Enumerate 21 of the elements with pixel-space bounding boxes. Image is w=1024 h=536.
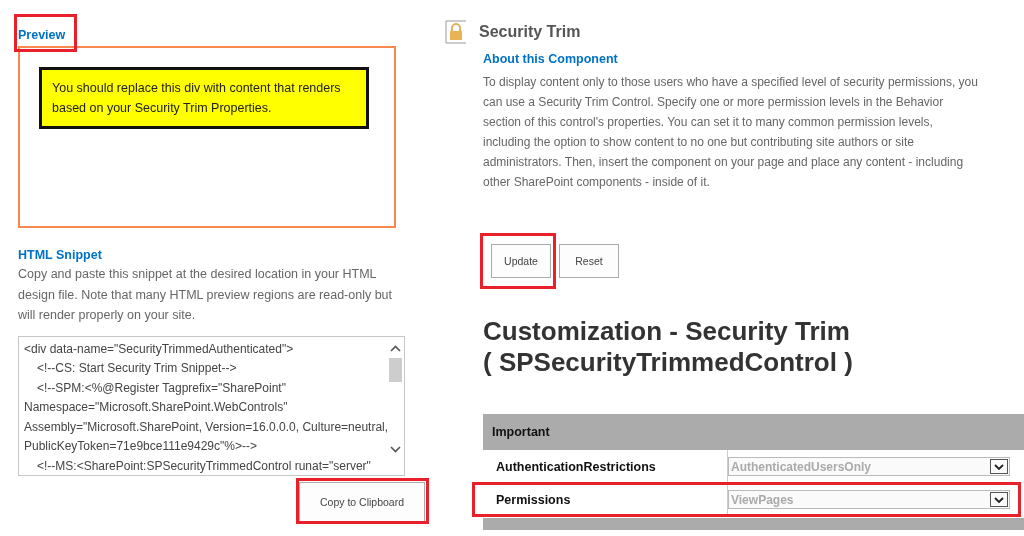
code-field[interactable]: <div data-name="SecurityTrimmedAuthenticated"> <!--CS: Start Security Trim Snippet--> <!--SPM:<%@Register Tagprefix="SharePoint" Namespace="Microsoft.SharePoint.WebControls" Assembly="Microsoft.SharePoint, Version=16.0.0.0, Culture=neutral, PublicKeyToken=71e9bce111e9429c"%>--> <!--MS:<SharePoint:SPSecurityTrimmedControl runat="server"	[18, 335, 405, 476]
dropdown-icon	[994, 463, 1004, 470]
copy-button[interactable]: Copy to Clipboard	[299, 481, 425, 522]
about-heading: About this Component	[483, 51, 619, 68]
scroll-thumb[interactable]	[389, 357, 402, 382]
notice-box: You should replace this div with content that renders based on your Security Trim Properties.	[39, 67, 369, 129]
snippet-heading: HTML Snippet	[18, 247, 103, 264]
section-header: Important	[483, 414, 1024, 450]
scroll-up-icon[interactable]	[390, 344, 401, 352]
snippet-description: Copy and paste this snippet at the desired location in your HTML design file. Note that many HTML preview regions are read-only but will render properly on your site.	[18, 266, 394, 324]
preview-heading: Preview	[18, 27, 66, 44]
about-text: To display content only to those users who have a specified level of security permissions, you can use a Security Trim Control. Specify one or more permission levels in the Behavior section of this control's properties. You can set it to many common permission levels, including the option to show content to no one but contributing site authors or site administrators. Then, insert the component on your page and place any content - including other SharePoint components - inside of it.	[483, 74, 979, 191]
property-name: AuthenticationRestrictions	[495, 459, 657, 474]
update-button[interactable]: Update	[491, 244, 551, 278]
scroll-down-icon[interactable]	[390, 445, 401, 453]
customization-title: Customization - Security Trim ( SPSecurityTrimmedControl )	[483, 316, 854, 378]
lock-icon	[445, 20, 467, 44]
reset-button[interactable]: Reset	[559, 244, 619, 278]
component-title: Security Trim	[479, 23, 581, 41]
property-name: Permissions	[495, 492, 572, 507]
dropdown-icon	[994, 496, 1004, 503]
